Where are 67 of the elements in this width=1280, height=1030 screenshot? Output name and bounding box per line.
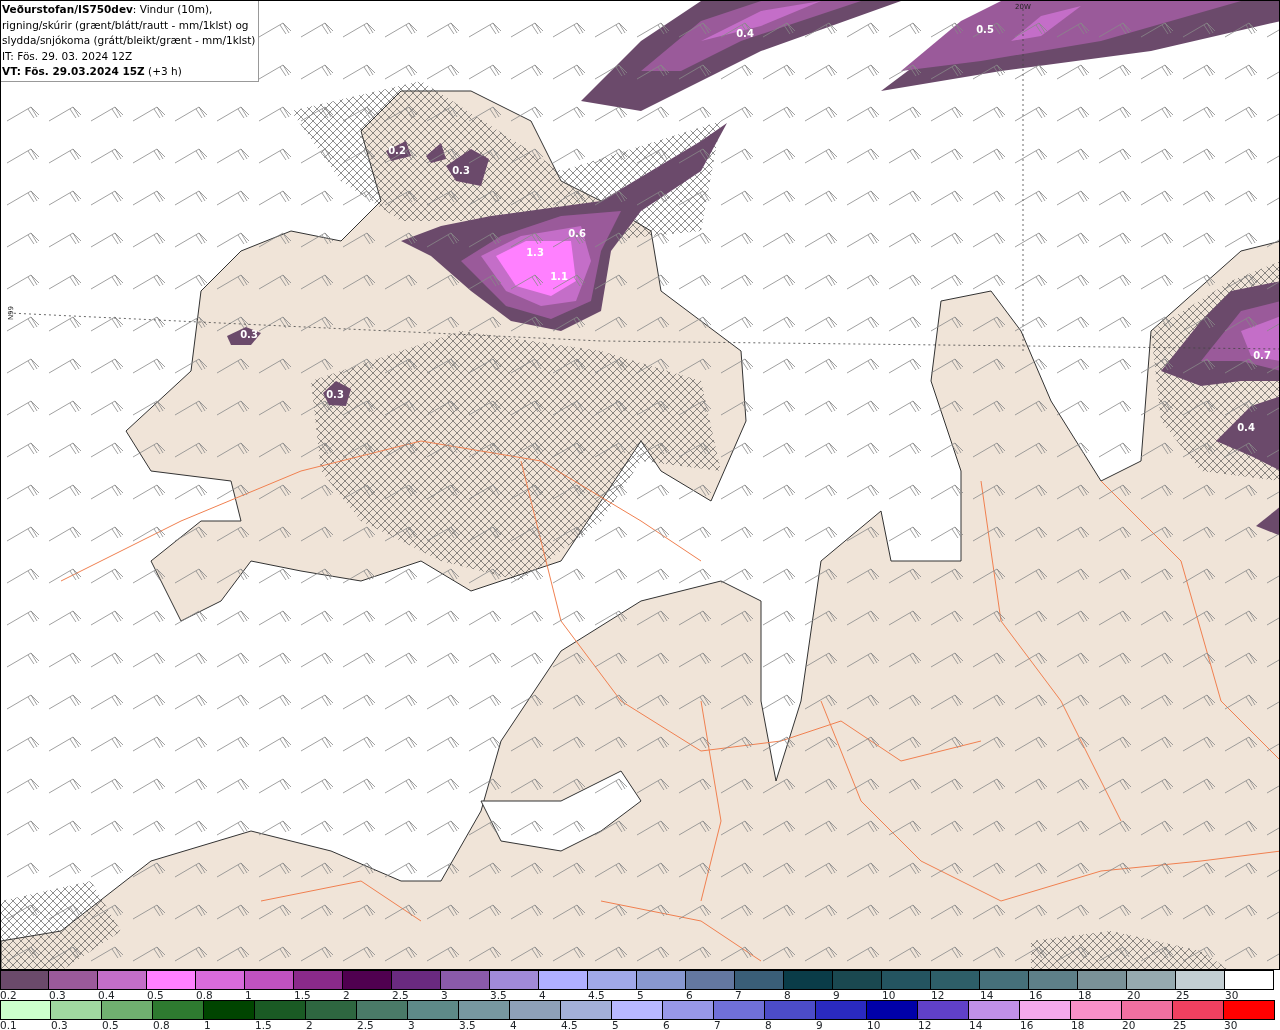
legend-label: 1.5 (294, 989, 311, 1001)
contour-label: 0.3 (452, 165, 470, 176)
legend-label: 30 (1225, 989, 1239, 1001)
contour-label: 0.2 (388, 145, 406, 156)
legend-label: 14 (969, 1019, 983, 1030)
legend-label: 4 (510, 1019, 517, 1030)
legend-label: 25 (1176, 989, 1190, 1001)
legend-label: 0.1 (0, 1019, 17, 1030)
legend-label: 5 (637, 989, 644, 1001)
contour-label: 0.7 (1253, 350, 1271, 361)
legend-label: 3.5 (490, 989, 507, 1001)
legend-label: 8 (765, 1019, 772, 1030)
contour-label: 0.3 (240, 329, 258, 340)
legend-label: 0.8 (153, 1019, 170, 1030)
contour-label: 0.5 (976, 24, 994, 35)
legend-label: 4.5 (561, 1019, 578, 1030)
legend-label: 4.5 (588, 989, 605, 1001)
legend-label: 9 (833, 989, 840, 1001)
legend-label: 0.5 (102, 1019, 119, 1030)
legend-label: 18 (1078, 989, 1092, 1001)
legend-label: 6 (663, 1019, 670, 1030)
legend-label: 0.5 (147, 989, 164, 1001)
legend-label: 5 (612, 1019, 619, 1030)
legend-label: 10 (867, 1019, 881, 1030)
legend-label: 25 (1173, 1019, 1187, 1030)
header-description: rigning/skúrir (grænt/blátt/rautt - mm/1klst) og (2, 17, 250, 33)
contour-label: 0.3 (326, 389, 344, 400)
legend-label: 20 (1127, 989, 1141, 1001)
legend-label: 14 (980, 989, 994, 1001)
contour-label: 0.6 (568, 228, 586, 239)
legend-label: 3 (408, 1019, 415, 1030)
header-title: Veðurstofan/IS750dev: Vindur (10m), (2, 2, 214, 17)
legend-label: 2.5 (357, 1019, 374, 1030)
legend-label: 20 (1122, 1019, 1136, 1030)
legend-label: 0.3 (51, 1019, 68, 1030)
contour-label: 0.4 (736, 28, 754, 39)
legend-label: 12 (931, 989, 945, 1001)
legend-label: 8 (784, 989, 791, 1001)
legend-label: 9 (816, 1019, 823, 1030)
contour-label: 0.4 (1237, 422, 1255, 433)
legend-label: 7 (735, 989, 742, 1001)
legend-label: 30 (1224, 1019, 1238, 1030)
legend-label: 0.3 (49, 989, 66, 1001)
legend-label: 0.2 (0, 989, 17, 1001)
legend-label: 16 (1029, 989, 1043, 1001)
legend-label: 0.4 (98, 989, 115, 1001)
issue-time: IT: Fös. 29. 03. 2024 12Z (2, 48, 134, 64)
legend-label: 4 (539, 989, 546, 1001)
legend-label: 1.5 (255, 1019, 272, 1030)
legend-label: 1 (245, 989, 252, 1001)
contour-label: 1.3 (526, 247, 544, 258)
legend-label: 2 (343, 989, 350, 1001)
valid-time: VT: Fös. 29.03.2024 15Z (+3 h) (2, 64, 183, 79)
legend-label: 6 (686, 989, 693, 1001)
legend-label: 18 (1071, 1019, 1085, 1030)
legend-label: 0.8 (196, 989, 213, 1001)
legend-label: 2.5 (392, 989, 409, 1001)
legend-label: 1 (204, 1019, 211, 1030)
header-description: slydda/snjókoma (grátt/bleikt/grænt - mm/1klst) (2, 33, 256, 48)
legend-label: 10 (882, 989, 896, 1001)
contour-label: 1.1 (550, 271, 568, 282)
legend-label: 3 (441, 989, 448, 1001)
legend-label: 3.5 (459, 1019, 476, 1030)
legend-label: 16 (1020, 1019, 1034, 1030)
legend-label: 2 (306, 1019, 313, 1030)
legend-label: 7 (714, 1019, 721, 1030)
legend-label: 12 (918, 1019, 932, 1030)
